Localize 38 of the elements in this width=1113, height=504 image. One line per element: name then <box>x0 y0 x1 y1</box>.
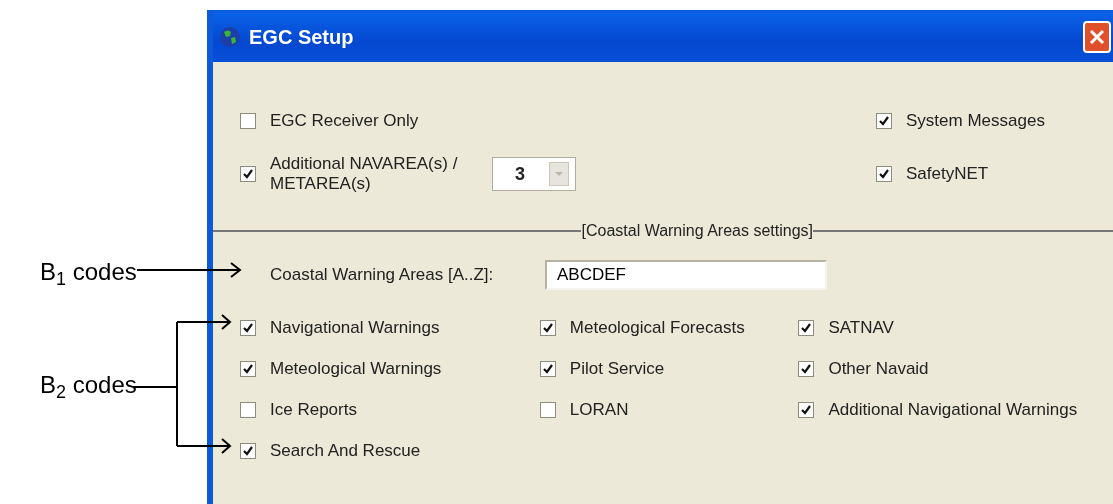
checkbox[interactable] <box>539 319 556 336</box>
checkbox[interactable] <box>240 112 256 129</box>
globe-icon <box>219 26 241 48</box>
field-label: Coastal Warning Areas [A..Z]: <box>269 264 495 287</box>
annotation-label: B$_{1}$ codes <box>40 257 137 290</box>
checkbox-label: System Messages <box>906 109 1045 132</box>
checkbox[interactable] <box>798 360 815 377</box>
checkbox[interactable] <box>240 401 256 418</box>
close-icon <box>1089 29 1105 45</box>
checkbox-label: Other Navaid <box>828 357 929 380</box>
checkbox-label: SafetyNET <box>906 163 989 186</box>
checkbox-label: Meteological Warnings <box>270 357 442 380</box>
annotation-label: B$_{2}$ codes <box>40 370 137 403</box>
checkbox[interactable] <box>240 319 256 336</box>
checkbox-label: Ice Reports <box>270 398 357 421</box>
checkbox[interactable] <box>240 442 256 459</box>
count-dropdown[interactable]: 3 <box>492 157 576 191</box>
window-title: EGC Setup <box>249 25 354 50</box>
checkbox-label: Pilot Service <box>569 357 665 380</box>
checkbox-label: Navigational Warnings <box>270 316 440 339</box>
checkbox[interactable] <box>240 360 256 377</box>
checkbox-label: Additional Navigational Warnings <box>828 398 1078 421</box>
section-title: [Coastal Warning Areas settings] <box>581 221 813 241</box>
checkbox[interactable] <box>539 360 556 377</box>
checkbox[interactable] <box>539 401 556 418</box>
text-field[interactable]: ABCDEF <box>545 260 827 290</box>
checkbox[interactable] <box>240 166 256 182</box>
checkbox-label: LORAN <box>569 398 629 421</box>
checkbox-label: SATNAV <box>828 316 894 339</box>
checkbox-label: Additional NAVAREA(s) / METAREA(s) <box>270 153 459 195</box>
checkbox[interactable] <box>798 401 815 418</box>
checkbox-label: Search And Rescue <box>270 439 421 462</box>
checkbox[interactable] <box>876 112 892 129</box>
checkbox[interactable] <box>876 166 892 182</box>
checkbox-label: Meteological Forecasts <box>569 316 745 339</box>
checkbox[interactable] <box>798 319 815 336</box>
close-button[interactable] <box>1083 21 1111 53</box>
checkbox-label: EGC Receiver Only <box>270 109 419 132</box>
